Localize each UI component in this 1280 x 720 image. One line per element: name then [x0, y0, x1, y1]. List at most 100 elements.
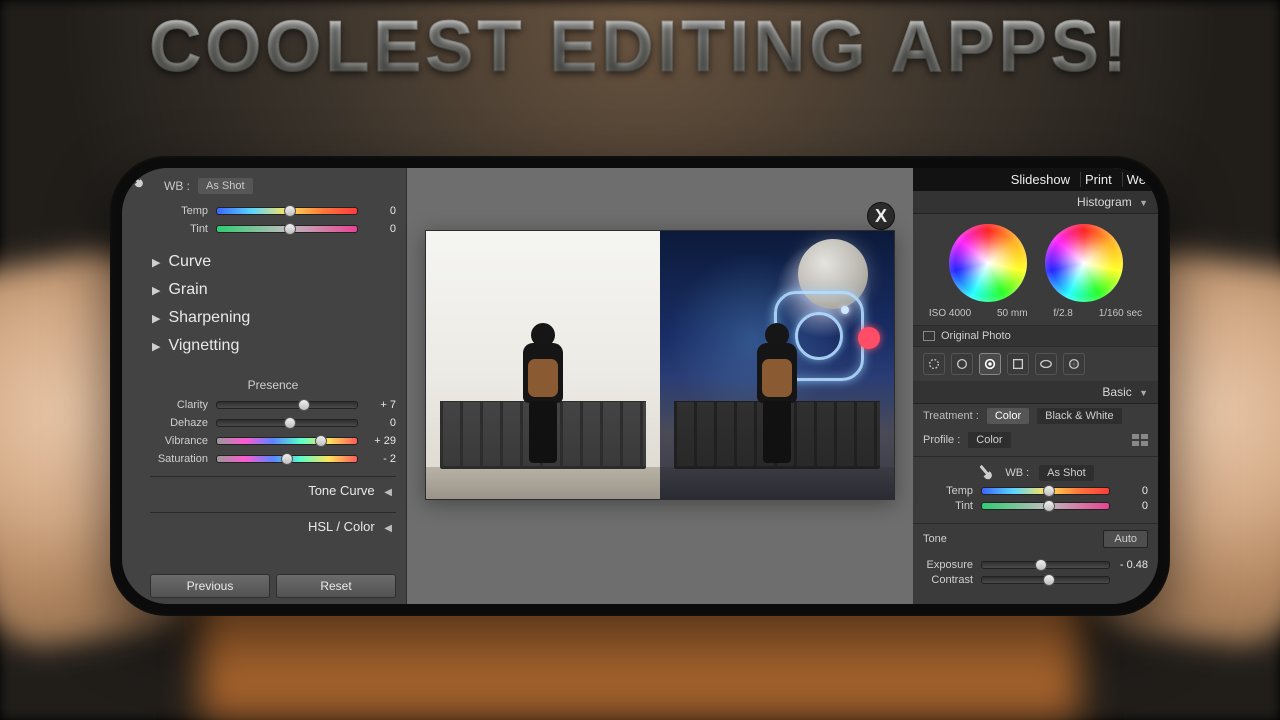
group-grain[interactable]: ▶ Grain — [152, 276, 396, 304]
right-panel: Slideshow Print We Histogram ▼ ISO 4000 … — [913, 168, 1158, 604]
page-title: COOLEST EDITING APPS! — [0, 6, 1280, 88]
eyedropper-icon[interactable] — [124, 168, 149, 193]
tint-slider-right[interactable] — [981, 502, 1110, 510]
tab-print[interactable]: Print — [1080, 172, 1116, 187]
group-vignetting[interactable]: ▶Vignetting — [152, 332, 396, 360]
wb-value-right[interactable]: As Shot — [1039, 465, 1094, 481]
dehaze-slider[interactable] — [216, 419, 358, 427]
vibrance-slider[interactable] — [216, 437, 358, 445]
group-sharpening[interactable]: ▶Sharpening — [152, 304, 396, 332]
clarity-value: + 7 — [366, 399, 396, 411]
tab-slideshow[interactable]: Slideshow — [1007, 172, 1074, 187]
histogram-header[interactable]: Histogram ▼ — [913, 191, 1158, 214]
brush-tool-icon[interactable] — [1063, 353, 1085, 375]
temp-row-left: Temp 0 — [150, 205, 396, 217]
meta-focal: 50 mm — [997, 308, 1028, 319]
chevron-down-icon: ▼ — [1139, 388, 1148, 398]
basic-label: Basic — [1102, 385, 1131, 399]
treatment-bw[interactable]: Black & White — [1037, 408, 1121, 424]
temp-value-left: 0 — [366, 205, 396, 217]
temp-slider-left[interactable] — [216, 207, 358, 215]
contrast-slider[interactable] — [981, 576, 1110, 584]
contrast-label: Contrast — [923, 574, 973, 586]
saturation-label: Saturation — [150, 453, 208, 465]
previous-button[interactable]: Previous — [150, 574, 270, 598]
preview-before[interactable] — [426, 231, 660, 499]
radial-tool-icon[interactable] — [1035, 353, 1057, 375]
exposure-slider[interactable] — [981, 561, 1110, 569]
left-panel: WB : As Shot Temp 0 Tint 0 ▶Curve ▶ Grain… — [122, 168, 407, 604]
tint-label-right: Tint — [923, 500, 973, 512]
exif-meta: ISO 4000 50 mm f/2.8 1/160 sec — [913, 308, 1158, 325]
frame-icon — [923, 331, 935, 341]
prev-reset-row: Previous Reset — [150, 568, 396, 598]
clarity-slider[interactable] — [216, 401, 358, 409]
wb-label-left: WB : — [164, 179, 190, 193]
profile-label: Profile : — [923, 434, 960, 446]
saturation-value: - 2 — [366, 453, 396, 465]
color-wheel-highlights[interactable] — [1045, 224, 1123, 302]
tool-strip — [913, 347, 1158, 381]
meta-shutter: 1/160 sec — [1099, 308, 1142, 319]
caret-right-icon: ▶ — [152, 340, 160, 353]
treatment-color[interactable]: Color — [987, 408, 1029, 424]
tab-web[interactable]: We — [1122, 172, 1150, 187]
chevron-down-icon: ▼ — [1139, 198, 1148, 208]
spot-tool-icon[interactable] — [951, 353, 973, 375]
hsl-section[interactable]: HSL / Color ◀ — [150, 512, 396, 540]
preview-after[interactable] — [660, 231, 894, 499]
caret-right-icon: ▶ — [152, 256, 160, 269]
profile-grid-icon[interactable] — [1132, 434, 1148, 446]
tone-curve-label: Tone Curve — [308, 483, 374, 498]
tint-value-right: 0 — [1118, 500, 1148, 512]
saturation-row: Saturation - 2 — [150, 453, 396, 465]
tint-slider-left[interactable] — [216, 225, 358, 233]
redeye-tool-icon[interactable] — [979, 353, 1001, 375]
center-canvas: X — [407, 168, 913, 604]
original-photo-row[interactable]: Original Photo — [913, 325, 1158, 347]
tint-value-left: 0 — [366, 223, 396, 235]
heart-icon — [858, 327, 880, 349]
meta-iso: ISO 4000 — [929, 308, 971, 319]
treatment-label: Treatment : — [923, 410, 979, 422]
exposure-value: - 0.48 — [1118, 559, 1148, 571]
chevron-left-icon: ◀ — [384, 487, 392, 498]
temp-slider-right[interactable] — [981, 487, 1110, 495]
before-after-preview — [425, 230, 895, 500]
vibrance-value: + 29 — [366, 435, 396, 447]
tone-label: Tone — [923, 533, 947, 545]
tint-row-left: Tint 0 — [150, 223, 396, 235]
profile-select[interactable]: Color — [968, 432, 1010, 448]
group-curve[interactable]: ▶Curve — [152, 248, 396, 276]
tone-row: Tone Auto — [913, 523, 1158, 552]
chevron-left-icon: ◀ — [384, 523, 392, 534]
group-label-sharpening: Sharpening — [168, 309, 250, 327]
crop-tool-icon[interactable] — [923, 353, 945, 375]
person-after — [746, 323, 808, 473]
temp-value-right: 0 — [1118, 485, 1148, 497]
gradient-tool-icon[interactable] — [1007, 353, 1029, 375]
color-wheel-shadows[interactable] — [949, 224, 1027, 302]
tone-curve-section[interactable]: Tone Curve ◀ — [150, 476, 396, 504]
meta-aperture: f/2.8 — [1053, 308, 1072, 319]
caret-right-icon: ▶ — [152, 284, 160, 297]
hsl-label: HSL / Color — [308, 519, 375, 534]
histogram-label: Histogram — [1077, 195, 1132, 209]
dehaze-value: 0 — [366, 417, 396, 429]
basic-header[interactable]: Basic ▼ — [913, 381, 1158, 404]
group-label-grain: Grain — [168, 281, 207, 299]
auto-button[interactable]: Auto — [1103, 530, 1148, 548]
exposure-label: Exposure — [923, 559, 973, 571]
person-before — [512, 323, 574, 473]
close-button[interactable]: X — [867, 202, 895, 230]
wb-block-right: WB : As Shot Temp 0 Tint 0 — [913, 456, 1158, 519]
clarity-row: Clarity + 7 — [150, 399, 396, 411]
original-photo-label: Original Photo — [941, 330, 1011, 342]
reset-button[interactable]: Reset — [276, 574, 396, 598]
temp-label-right: Temp — [923, 485, 973, 497]
wb-row-left: WB : As Shot — [164, 178, 396, 194]
eyedropper-icon[interactable] — [974, 460, 999, 485]
wb-value-left[interactable]: As Shot — [198, 178, 253, 194]
saturation-slider[interactable] — [216, 455, 358, 463]
basic-sliders: Exposure - 0.48 Contrast — [913, 552, 1158, 593]
